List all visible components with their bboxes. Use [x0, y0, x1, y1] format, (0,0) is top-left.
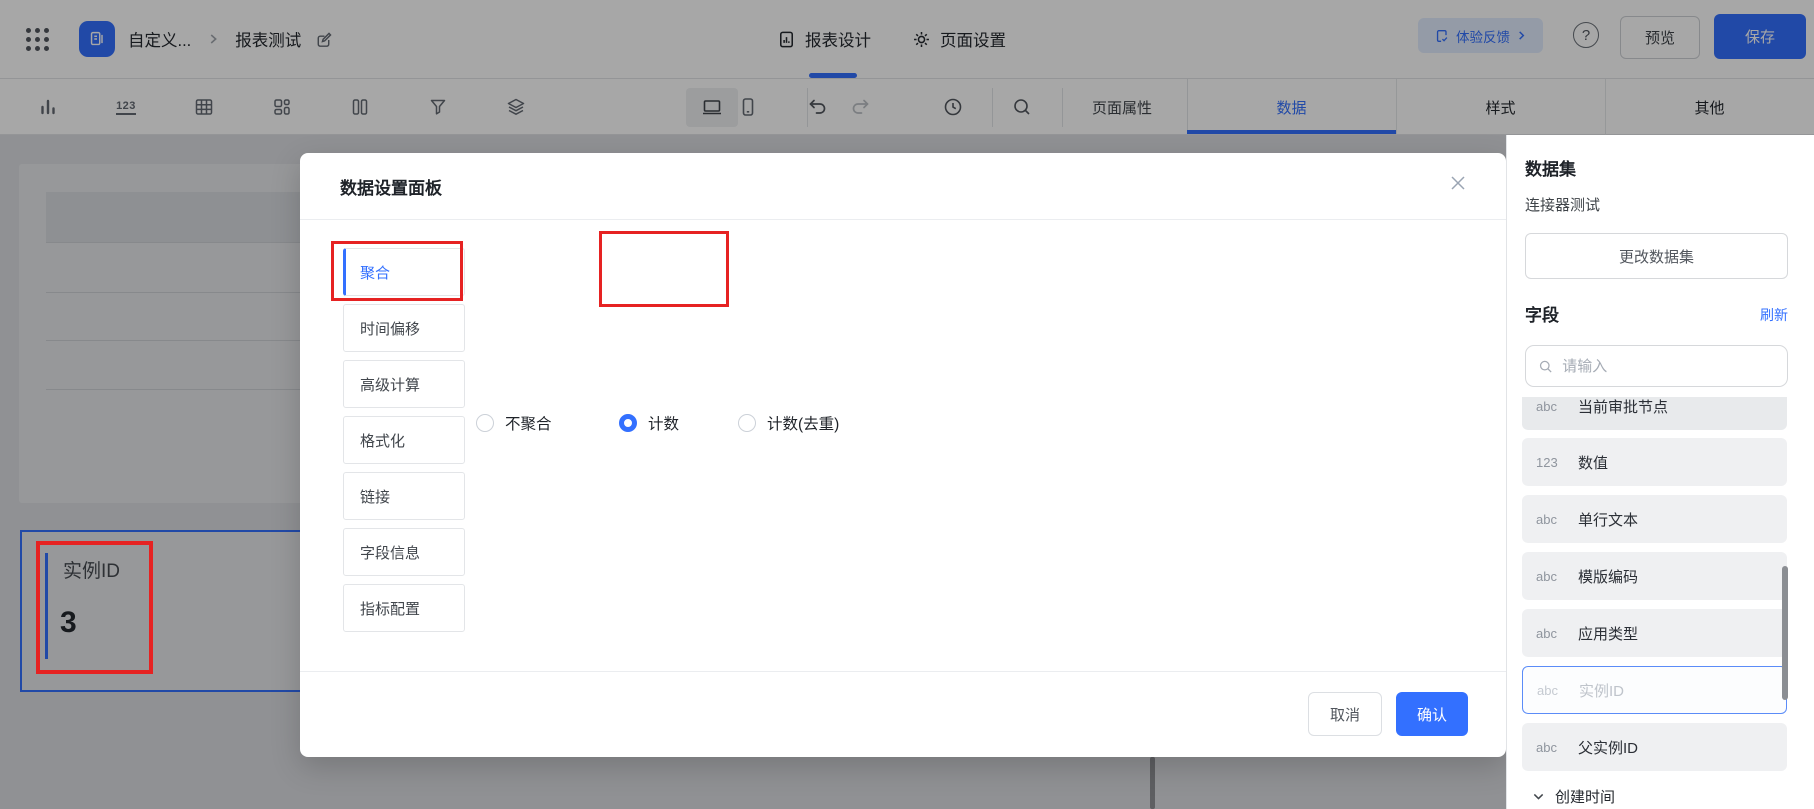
radio-count-distinct[interactable]: 计数(去重)	[738, 412, 839, 434]
annotation-box-metric-widget	[36, 541, 153, 674]
radio-no-aggregate[interactable]: 不聚合	[476, 412, 552, 434]
field-type-tag: abc	[1536, 739, 1557, 755]
field-name: 实例ID	[1579, 682, 1625, 700]
field-name: 应用类型	[1578, 625, 1639, 643]
field-list-scrollbar[interactable]	[1782, 566, 1788, 700]
field-item[interactable]: abc 单行文本	[1522, 495, 1787, 543]
field-search-input[interactable]	[1562, 357, 1775, 375]
radio-label: 计数(去重)	[767, 416, 840, 433]
radio-circle-icon	[738, 414, 756, 432]
field-type-tag: abc	[1536, 398, 1557, 414]
data-config-panel: 数据集 连接器测试 更改数据集 字段 刷新 abc 当前审批节点 123 数值 …	[1506, 135, 1814, 809]
radio-label: 不聚合	[505, 416, 552, 433]
field-item[interactable]: 123 数值	[1522, 438, 1787, 486]
field-name: 父实例ID	[1578, 739, 1639, 757]
field-type-tag: abc	[1537, 682, 1558, 698]
confirm-button[interactable]: 确认	[1396, 692, 1468, 736]
radio-label: 计数	[648, 416, 680, 433]
annotation-box-aggregate	[331, 241, 463, 301]
field-type-tag: 123	[1536, 454, 1558, 470]
field-item[interactable]: abc 模版编码	[1522, 552, 1787, 600]
dataset-heading: 数据集	[1525, 160, 1576, 179]
modal-sidebar-item-metric-config[interactable]: 指标配置	[343, 584, 465, 632]
field-type-tag: abc	[1536, 625, 1557, 641]
field-name: 当前审批节点	[1578, 398, 1669, 416]
close-icon[interactable]	[1444, 169, 1472, 197]
field-item[interactable]: abc 应用类型	[1522, 609, 1787, 657]
dataset-name: 连接器测试	[1525, 197, 1601, 214]
modal-footer-divider	[300, 671, 1506, 672]
chevron-down-icon	[1533, 793, 1544, 800]
refresh-link[interactable]: 刷新	[1737, 305, 1788, 325]
field-item[interactable]: abc 父实例ID	[1522, 723, 1787, 771]
field-name: 模版编码	[1578, 568, 1639, 586]
field-group-label: 创建时间	[1555, 789, 1616, 806]
app-window: 自定义... 报表测试 报表设计 页面设置 体验反馈 ? 预览 保存 123 页…	[0, 0, 1814, 809]
data-settings-modal: 数据设置面板 聚合 时间偏移 高级计算 格式化 链接 字段信息 指标配置 不聚合…	[300, 153, 1506, 757]
radio-count[interactable]: 计数	[619, 412, 679, 434]
radio-circle-icon	[476, 414, 494, 432]
change-dataset-button[interactable]: 更改数据集	[1525, 233, 1788, 279]
annotation-box-count	[599, 231, 729, 307]
modal-sidebar-item-link[interactable]: 链接	[343, 472, 465, 520]
field-item-dragging[interactable]: abc 实例ID	[1522, 666, 1787, 714]
search-icon	[1539, 360, 1552, 372]
modal-sidebar-item-field-info[interactable]: 字段信息	[343, 528, 465, 576]
field-search-box	[1525, 345, 1788, 387]
cancel-button[interactable]: 取消	[1308, 692, 1382, 736]
field-name: 单行文本	[1578, 511, 1639, 529]
field-name: 数值	[1578, 454, 1609, 472]
modal-title: 数据设置面板	[340, 179, 442, 198]
field-type-tag: abc	[1536, 511, 1557, 527]
fields-heading: 字段	[1525, 306, 1559, 325]
field-list: abc 当前审批节点 123 数值 abc 单行文本 abc 模版编码 abc …	[1507, 397, 1799, 809]
modal-sidebar-item-advanced-calc[interactable]: 高级计算	[343, 360, 465, 408]
modal-sidebar-item-time-offset[interactable]: 时间偏移	[343, 304, 465, 352]
field-group-created-time[interactable]: 创建时间	[1531, 786, 1615, 807]
radio-selected-icon	[619, 414, 637, 432]
modal-header-divider	[300, 219, 1506, 220]
field-item[interactable]: abc 当前审批节点	[1522, 397, 1787, 430]
modal-sidebar-item-format[interactable]: 格式化	[343, 416, 465, 464]
field-type-tag: abc	[1536, 568, 1557, 584]
